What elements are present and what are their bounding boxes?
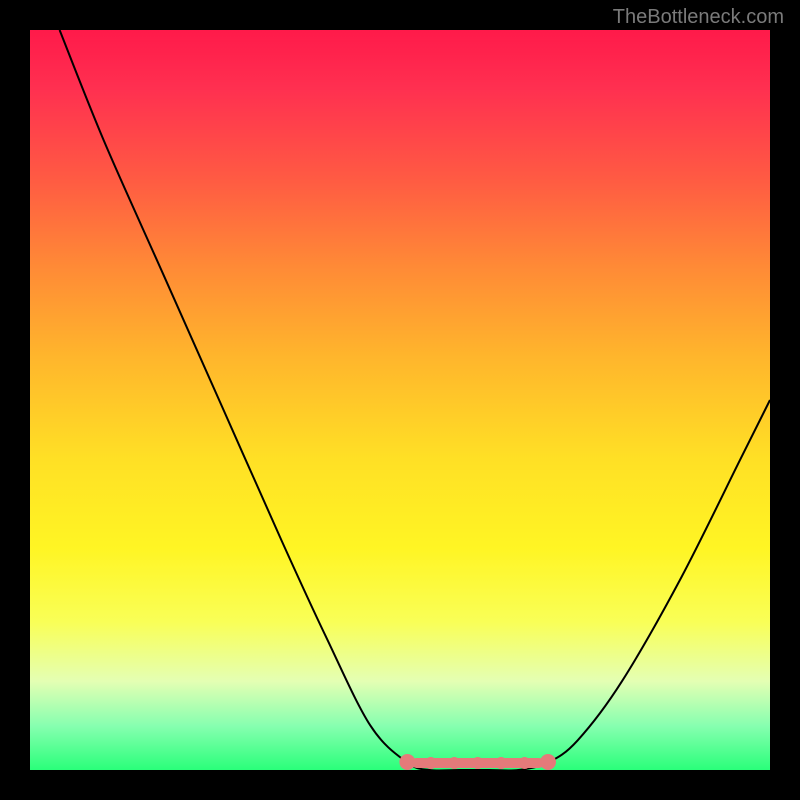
optimal-band-dot (519, 757, 531, 769)
optimal-band-dot (448, 757, 460, 769)
chart-container: TheBottleneck.com (0, 0, 800, 800)
watermark-text: TheBottleneck.com (613, 6, 784, 29)
optimal-band-markers (399, 754, 556, 770)
curve-layer (30, 30, 770, 770)
optimal-band-dot (472, 757, 484, 769)
optimal-band-dot (495, 757, 507, 769)
bottleneck-curve-line (60, 30, 770, 770)
plot-area (30, 30, 770, 770)
optimal-band-dot (425, 757, 437, 769)
